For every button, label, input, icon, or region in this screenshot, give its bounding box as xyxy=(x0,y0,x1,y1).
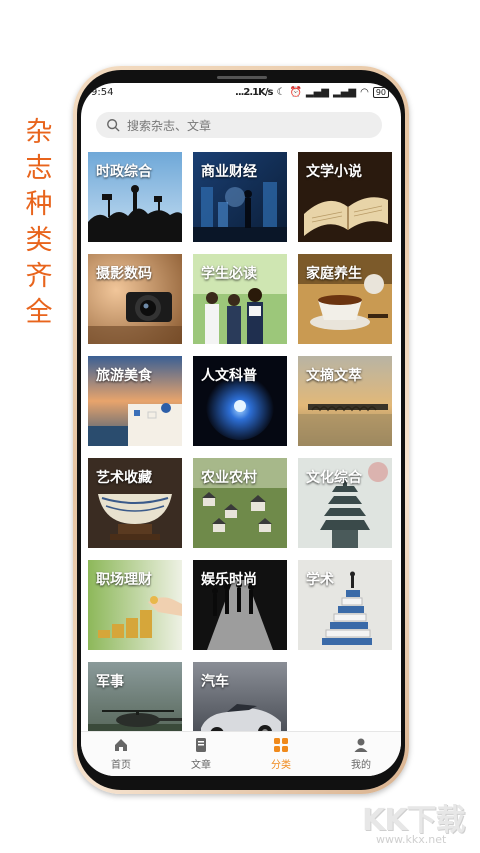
category-tile[interactable]: 学术 xyxy=(298,560,392,650)
profile-icon xyxy=(354,738,368,752)
category-label: 时政综合 xyxy=(96,164,152,180)
category-tile[interactable]: 农业农村 xyxy=(193,458,287,548)
earpiece-speaker xyxy=(217,76,267,79)
promo-title: 杂 志 种 类 齐 全 xyxy=(22,115,56,331)
category-tile[interactable]: 文化综合 xyxy=(298,458,392,548)
status-icons: ...2.1K/s ☾ ⏰ ▂▄▆ ▂▄▆ ◠ 90 xyxy=(235,87,389,98)
category-tile[interactable]: 旅游美食 xyxy=(88,356,182,446)
nav-label: 我的 xyxy=(351,760,371,771)
app-screen: 9:54 ...2.1K/s ☾ ⏰ ▂▄▆ ▂▄▆ ◠ 90 搜索杂志、文章 xyxy=(81,83,401,776)
category-label: 商业财经 xyxy=(201,164,257,180)
category-tile[interactable]: 学生必读 xyxy=(193,254,287,344)
category-label: 摄影数码 xyxy=(96,266,152,282)
alarm-icon: ⏰ xyxy=(289,87,302,98)
battery-icon: 90 xyxy=(372,87,389,98)
category-label: 文学小说 xyxy=(306,164,362,180)
category-label: 文化综合 xyxy=(306,470,362,486)
status-bar: 9:54 ...2.1K/s ☾ ⏰ ▂▄▆ ▂▄▆ ◠ 90 xyxy=(81,83,401,105)
category-label: 学生必读 xyxy=(201,266,257,282)
article-icon xyxy=(196,738,206,752)
category-tile[interactable]: 文摘文萃 xyxy=(298,356,392,446)
category-tile[interactable]: 摄影数码 xyxy=(88,254,182,344)
nav-label: 分类 xyxy=(271,760,291,771)
watermark-url: www.kkx.net xyxy=(376,833,447,846)
search-icon xyxy=(107,119,120,132)
bottom-nav: 首页 文章 分类 我的 xyxy=(81,731,401,776)
category-tile[interactable]: 职场理财 xyxy=(88,560,182,650)
home-icon xyxy=(115,739,127,751)
category-tile[interactable]: 文学小说 xyxy=(298,152,392,242)
category-tile[interactable]: 时政综合 xyxy=(88,152,182,242)
nav-profile[interactable]: 我的 xyxy=(331,737,391,771)
promo-char: 志 xyxy=(25,153,53,184)
category-label: 家庭养生 xyxy=(306,266,362,282)
promo-char: 杂 xyxy=(25,117,53,148)
nav-category[interactable]: 分类 xyxy=(251,737,311,771)
category-label: 艺术收藏 xyxy=(96,470,152,486)
category-tile[interactable]: 娱乐时尚 xyxy=(193,560,287,650)
search-placeholder: 搜索杂志、文章 xyxy=(127,118,212,133)
nav-label: 首页 xyxy=(111,760,131,771)
category-label: 人文科普 xyxy=(201,368,257,384)
promo-char: 全 xyxy=(25,297,53,328)
category-label: 军事 xyxy=(96,674,124,690)
network-speed: ...2.1K/s xyxy=(235,87,273,98)
wifi-icon: ◠ xyxy=(360,87,369,98)
signal-icon: ▂▄▆ xyxy=(305,87,329,98)
category-label: 文摘文萃 xyxy=(306,368,362,384)
promo-char: 类 xyxy=(25,225,53,256)
category-label: 学术 xyxy=(306,572,334,588)
moon-icon: ☾ xyxy=(276,87,286,98)
category-tile[interactable]: 家庭养生 xyxy=(298,254,392,344)
nav-articles[interactable]: 文章 xyxy=(171,737,231,771)
promo-char: 种 xyxy=(25,189,53,220)
nav-label: 文章 xyxy=(191,760,211,771)
category-tile[interactable]: 艺术收藏 xyxy=(88,458,182,548)
watermark-logo: KK下载 www.kkx.net xyxy=(362,795,472,847)
category-icon xyxy=(274,738,288,752)
category-grid: 时政综合 商业财经 文学小说 摄影数码 学生必读 家庭养生 旅游美食 人文科普 … xyxy=(88,152,394,752)
category-label: 娱乐时尚 xyxy=(201,572,257,588)
search-bar[interactable]: 搜索杂志、文章 xyxy=(96,112,382,138)
promo-char: 齐 xyxy=(25,261,53,292)
category-tile[interactable]: 商业财经 xyxy=(193,152,287,242)
category-label: 农业农村 xyxy=(201,470,257,486)
category-label: 职场理财 xyxy=(96,572,152,588)
nav-home[interactable]: 首页 xyxy=(91,737,151,771)
category-tile[interactable]: 人文科普 xyxy=(193,356,287,446)
category-label: 旅游美食 xyxy=(96,368,152,384)
signal-icon: ▂▄▆ xyxy=(333,87,357,98)
category-label: 汽车 xyxy=(201,674,229,690)
status-time: 9:54 xyxy=(91,87,114,98)
